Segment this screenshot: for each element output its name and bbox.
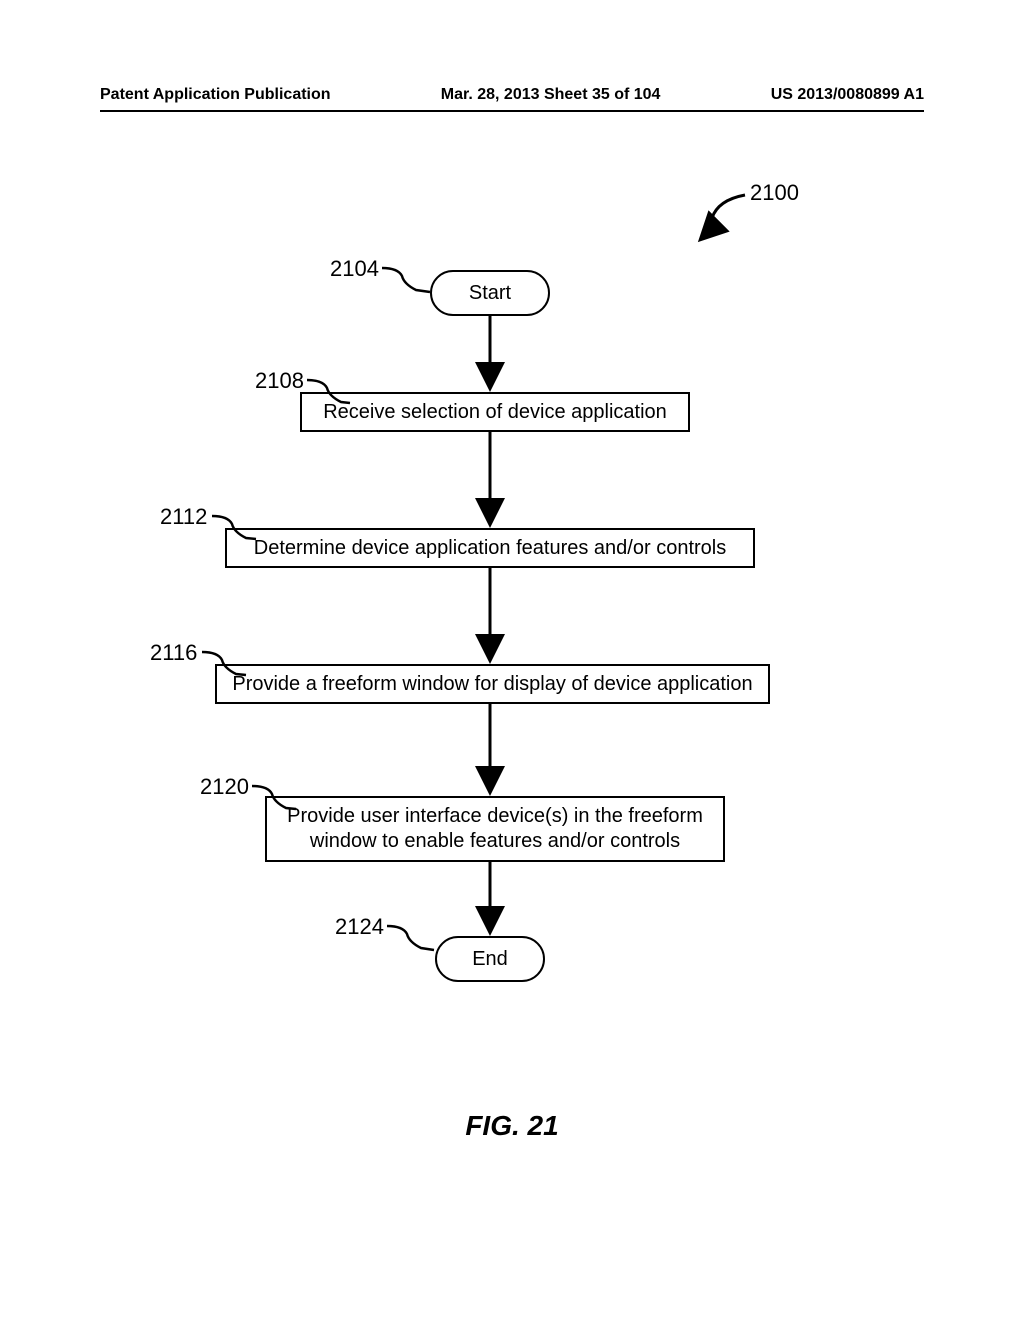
flow-step1-ref: 2108 bbox=[255, 368, 304, 394]
flow-step2-ref: 2112 bbox=[160, 504, 207, 530]
flow-step3-ref: 2116 bbox=[150, 640, 197, 666]
header-rule bbox=[100, 110, 924, 112]
flow-end-ref: 2124 bbox=[335, 914, 384, 940]
header-left: Patent Application Publication bbox=[100, 86, 331, 104]
flow-start-ref: 2104 bbox=[330, 256, 379, 282]
flow-step2-text: Determine device application features an… bbox=[254, 537, 726, 560]
flow-step4-node: Provide user interface device(s) in the … bbox=[265, 796, 725, 862]
page-header: Patent Application Publication Mar. 28, … bbox=[100, 86, 924, 104]
flow-step1-node: Receive selection of device application bbox=[300, 392, 690, 432]
figure-caption: FIG. 21 bbox=[0, 1110, 1024, 1142]
flow-step4-ref: 2120 bbox=[200, 774, 249, 800]
flow-step1-text: Receive selection of device application bbox=[323, 401, 667, 424]
flow-start-text: Start bbox=[469, 282, 511, 305]
header-center: Mar. 28, 2013 Sheet 35 of 104 bbox=[441, 86, 661, 104]
flow-step2-node: Determine device application features an… bbox=[225, 528, 755, 568]
diagram-ref-label: 2100 bbox=[750, 180, 799, 206]
flow-end-node: End bbox=[435, 936, 545, 982]
flowchart-diagram: 2100 Start 2104 Receive selection of dev… bbox=[0, 170, 1024, 1120]
flow-start-node: Start bbox=[430, 270, 550, 316]
flow-step3-text: Provide a freeform window for display of… bbox=[232, 673, 752, 696]
flow-step3-node: Provide a freeform window for display of… bbox=[215, 664, 770, 704]
flow-end-text: End bbox=[472, 948, 508, 971]
flow-step4-text: Provide user interface device(s) in the … bbox=[281, 804, 709, 854]
header-right: US 2013/0080899 A1 bbox=[771, 86, 924, 104]
